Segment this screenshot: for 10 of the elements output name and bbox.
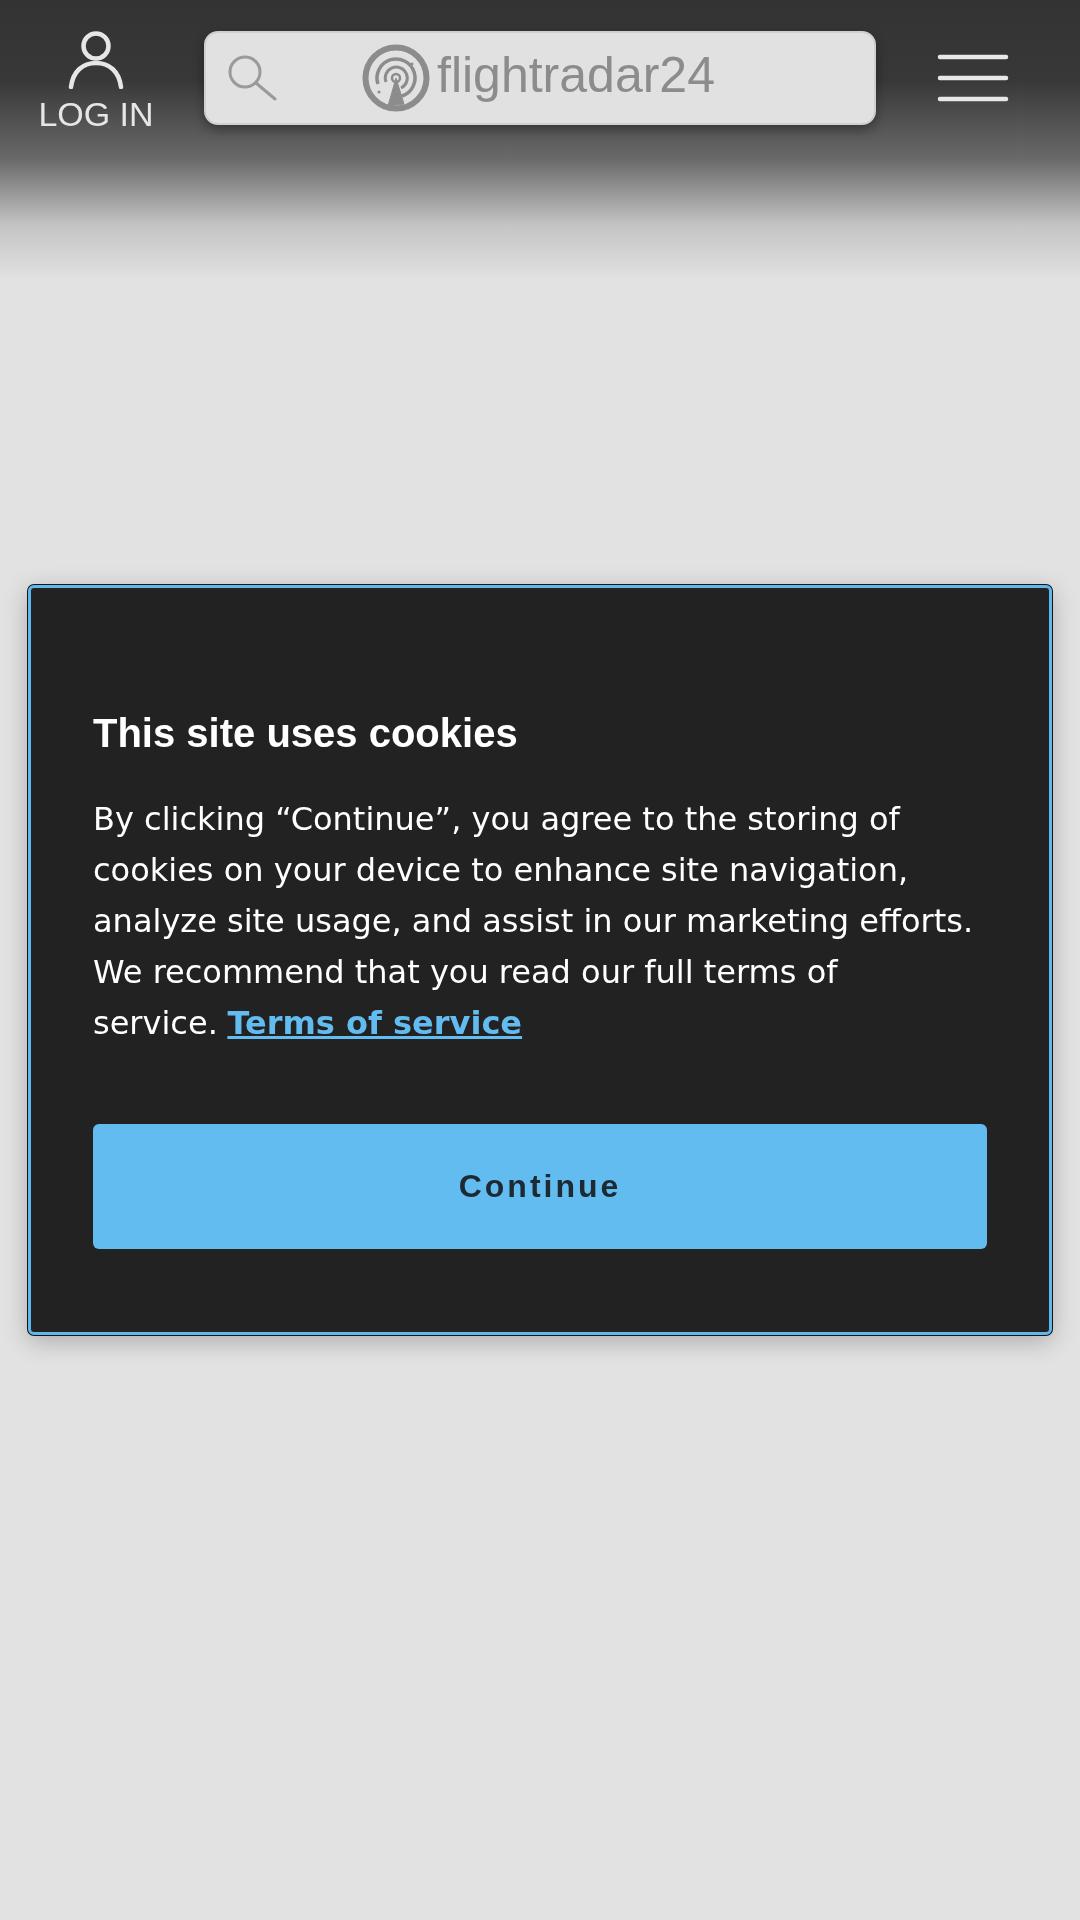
login-button[interactable]: LOG IN	[37, 31, 155, 131]
search-icon	[227, 55, 277, 101]
terms-link[interactable]: Terms of service	[227, 1004, 523, 1042]
dialog-title: This site uses cookies	[93, 710, 519, 757]
radar-logo-icon	[362, 44, 430, 112]
consent-text: By clicking “Continue”, you agree to the storing of cookies on your device to enhance site navigation, analyze site usage, and assist in our marketing efforts. We recommend that you read our full terms of service. Terms of service	[93, 799, 975, 1044]
user-icon	[67, 31, 125, 89]
menu-icon[interactable]	[937, 54, 1009, 102]
logo-wordmark: flightradar24	[437, 50, 715, 105]
continue-button[interactable]: Continue	[93, 1124, 987, 1249]
